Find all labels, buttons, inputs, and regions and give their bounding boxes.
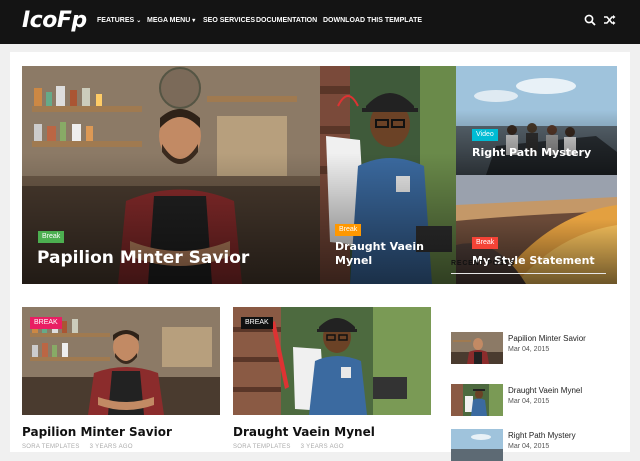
post-title[interactable]: Draught Vaein Mynel [233,425,375,439]
featured-post-main[interactable]: Break Papilion Minter Savior [22,66,320,284]
post-thumbnail[interactable]: BREAK [233,307,431,415]
site-logo[interactable]: IcoFp [22,8,87,33]
nav-item-label: FEATURES [97,17,135,24]
recent-post-item[interactable]: Papilion Minter Savior Mar 04, 2015 [451,332,611,364]
nav-item-documentation[interactable]: DOCUMENTATION [256,17,317,24]
nav-item-seo-services[interactable]: SEO SERVICES [203,17,255,24]
post-time: 3 YEARS AGO [300,444,344,450]
nav-item-features[interactable]: FEATURES ⌄ [97,17,141,24]
coffee-man-photo [451,384,503,416]
category-badge[interactable]: Video [472,129,498,141]
featured-post-title[interactable]: Papilion Minter Savior [37,248,249,268]
divider [451,273,606,274]
featured-post-middle[interactable]: Break Draught Vaein Mynel [320,66,456,284]
featured-post-title[interactable]: Draught Vaein Mynel [335,240,450,268]
image-overlay [456,109,617,175]
image-overlay [456,218,617,284]
recent-post-thumbnail[interactable] [451,332,503,364]
post-time: 3 YEARS AGO [89,444,133,450]
recent-post-thumbnail[interactable] [451,429,503,461]
category-badge[interactable]: Break [38,231,65,243]
category-badge[interactable]: BREAK [241,317,273,329]
recent-post-item[interactable]: Draught Vaein Mynel Mar 04, 2015 [451,384,611,416]
nav-item-download-template[interactable]: DOWNLOAD THIS TEMPLATE [323,17,422,24]
post-meta: SORA TEMPLATES 3 YEARS AGO [22,444,133,450]
cafe-photo [451,332,503,364]
post-thumbnail[interactable]: BREAK [22,307,220,415]
category-badge[interactable]: Break [335,224,362,236]
top-navbar: IcoFp FEATURES ⌄ MEGA MENU ▾ SEO SERVICES … [0,0,640,44]
caret-down-icon: ▾ [192,18,196,24]
recent-post-date: Mar 04, 2015 [508,346,550,353]
friends-on-car-photo [451,429,503,461]
post-author[interactable]: SORA TEMPLATES [233,444,291,450]
post-meta: SORA TEMPLATES 3 YEARS AGO [233,444,344,450]
recent-post-title[interactable]: Right Path Mystery [508,431,576,440]
chevron-down-icon: ⌄ [136,18,142,24]
category-badge[interactable]: Break [472,237,499,249]
recent-post-title[interactable]: Papilion Minter Savior [508,334,586,343]
featured-post-top-right[interactable]: Video Right Path Mystery [456,66,617,175]
post-title[interactable]: Papilion Minter Savior [22,425,172,439]
nav-item-label: SEO SERVICES [203,17,256,24]
featured-post-title[interactable]: Right Path Mystery [472,146,591,159]
recent-post-date: Mar 04, 2015 [508,398,550,405]
search-icon[interactable] [584,14,596,26]
featured-post-bottom-right[interactable]: Break My Style Statement [456,175,617,284]
category-badge[interactable]: BREAK [30,317,62,329]
recent-post-title[interactable]: Draught Vaein Mynel [508,386,582,395]
nav-item-mega-menu[interactable]: MEGA MENU ▾ [147,17,195,24]
nav-item-label: DOCUMENTATION [256,17,318,24]
nav-item-label: DOWNLOAD THIS TEMPLATE [323,17,423,24]
nav-item-label: MEGA MENU [147,17,191,24]
recent-post-thumbnail[interactable] [451,384,503,416]
shuffle-icon[interactable] [603,14,616,26]
post-author[interactable]: SORA TEMPLATES [22,444,80,450]
sidebar-heading: RECENT POSTS [451,260,516,267]
recent-post-item[interactable]: Right Path Mystery Mar 04, 2015 [451,429,611,461]
